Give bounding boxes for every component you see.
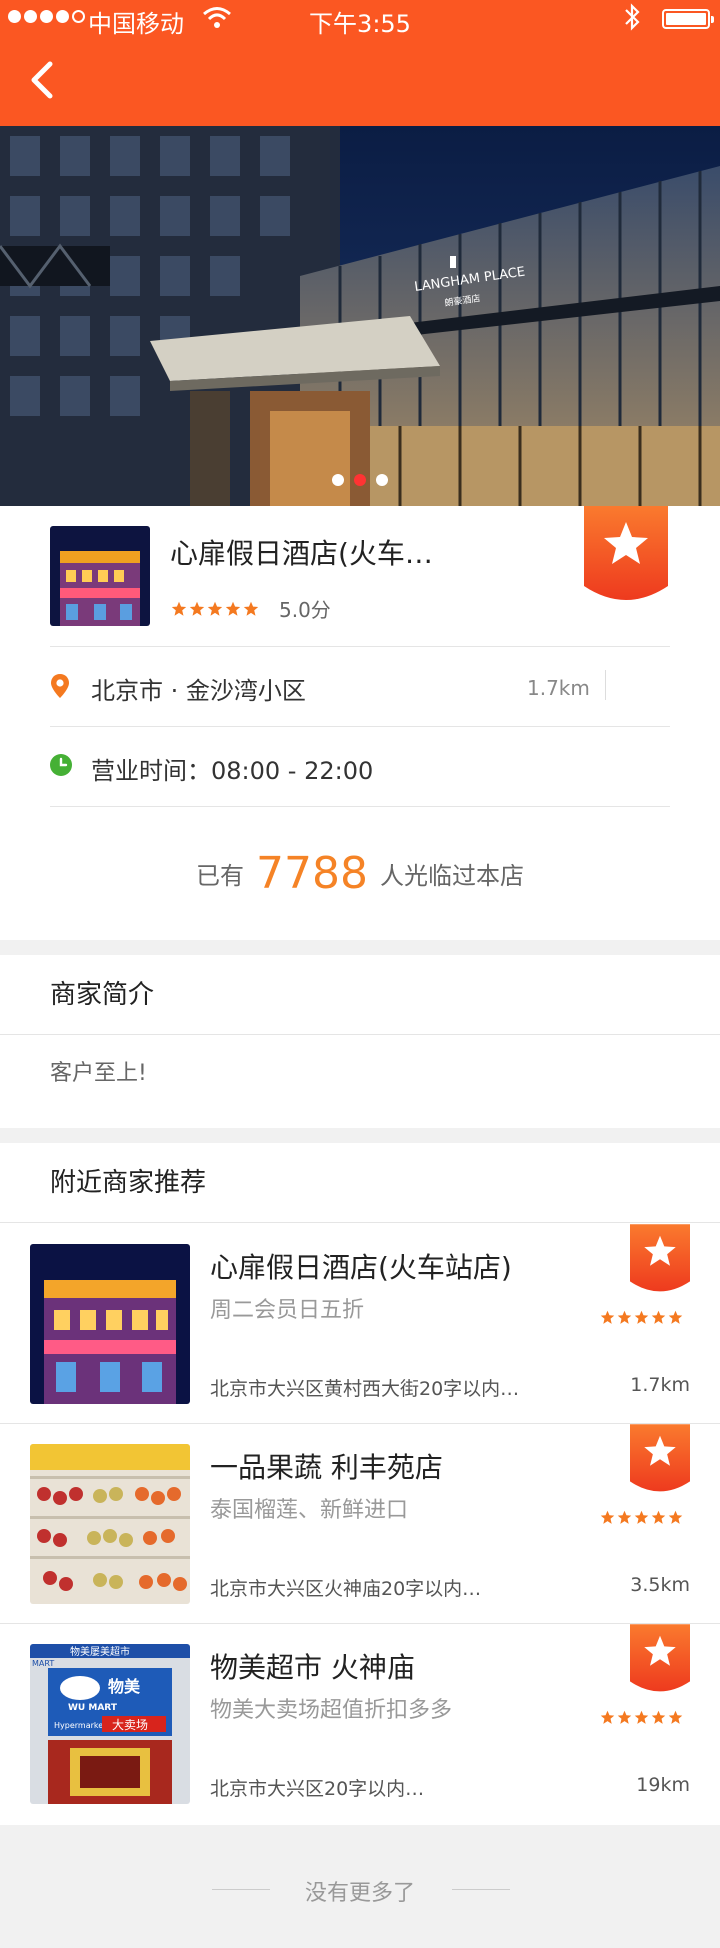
recommendation-title: 心扉假日酒店(火车站店) bbox=[210, 1251, 512, 1284]
visitor-count: 已有 7788 人光临过本店 bbox=[0, 848, 720, 899]
recommendation-title: 一品果蔬 利丰苑店 bbox=[210, 1451, 443, 1484]
battery-icon bbox=[662, 9, 714, 29]
top-navigation-bar: 中国移动 下午3:55 bbox=[0, 0, 720, 126]
recommendation-thumbnail: 物美屡美超市 MART 物美 WU MART Hypermarket 大卖场 bbox=[30, 1644, 190, 1804]
divider bbox=[50, 726, 670, 727]
shop-rating-stars bbox=[171, 601, 259, 617]
store-sign-top: 物美屡美超市 bbox=[70, 1645, 130, 1658]
carousel-pager[interactable] bbox=[0, 474, 720, 486]
carousel-dot[interactable] bbox=[332, 474, 344, 486]
store-sign-brand-en: WU MART bbox=[68, 1703, 118, 1713]
recommendation-subtitle: 泰国榴莲、新鲜进口 bbox=[210, 1498, 409, 1523]
recommendation-rating-stars bbox=[600, 1510, 683, 1525]
merchant-intro-section: 商家简介 客户至上! bbox=[0, 955, 720, 1128]
recommendation-item[interactable]: 心扉假日酒店(火车站店) 周二会员日五折 北京市大兴区黄村西大街20字以内… 1… bbox=[0, 1224, 720, 1424]
shop-score: 5.0分 bbox=[279, 598, 331, 622]
carousel-dot-active[interactable] bbox=[354, 474, 366, 486]
section-heading: 商家简介 bbox=[0, 955, 720, 1035]
recommendation-location: 北京市大兴区黄村西大街20字以内… bbox=[210, 1378, 520, 1400]
favorite-star-icon[interactable] bbox=[630, 1224, 690, 1296]
nearby-recommendations-section: 附近商家推荐 心扉假日酒店(火车站店) 周二会员日五折 北京市大兴区黄村西大街2… bbox=[0, 1143, 720, 1825]
divider bbox=[50, 806, 670, 807]
visitor-count-number: 7788 bbox=[256, 848, 368, 899]
back-arrow-icon[interactable] bbox=[22, 58, 66, 102]
store-sign-hypermarket: Hypermarket bbox=[54, 1721, 106, 1730]
status-bar: 中国移动 下午3:55 bbox=[0, 0, 720, 38]
location-pin-icon bbox=[51, 674, 69, 698]
recommendation-distance: 19km bbox=[636, 1774, 690, 1796]
store-sign-mart: MART bbox=[32, 1659, 54, 1668]
shop-distance: 1.7km bbox=[527, 676, 590, 700]
business-hours: 营业时间：08:00 - 22:00 bbox=[91, 757, 374, 785]
divider bbox=[452, 1889, 510, 1890]
section-heading: 附近商家推荐 bbox=[0, 1143, 720, 1223]
favorite-star-icon[interactable] bbox=[584, 506, 668, 606]
favorite-star-icon[interactable] bbox=[630, 1424, 690, 1496]
store-sign-brand: 物美 bbox=[108, 1677, 141, 1696]
recommendation-rating-stars bbox=[600, 1310, 683, 1325]
carousel-dot[interactable] bbox=[376, 474, 388, 486]
recommendation-thumbnail bbox=[30, 1444, 190, 1604]
recommendation-distance: 1.7km bbox=[630, 1374, 690, 1396]
divider bbox=[605, 670, 606, 700]
status-time: 下午3:55 bbox=[309, 10, 411, 38]
visitor-count-suffix: 人光临过本店 bbox=[379, 862, 524, 890]
favorite-star-icon[interactable] bbox=[630, 1624, 690, 1696]
list-end-footer: 没有更多了 bbox=[0, 1825, 720, 1948]
bluetooth-icon bbox=[625, 3, 640, 31]
shop-address[interactable]: 北京市 · 金沙湾小区 bbox=[91, 671, 306, 706]
recommendation-location: 北京市大兴区20字以内… bbox=[210, 1778, 425, 1800]
recommendation-item[interactable]: 一品果蔬 利丰苑店 泰国榴莲、新鲜进口 北京市大兴区火神庙20字以内… 3.5k… bbox=[0, 1424, 720, 1624]
recommendation-subtitle: 周二会员日五折 bbox=[210, 1298, 365, 1323]
hotel-logo-mark bbox=[450, 256, 456, 268]
recommendation-location: 北京市大兴区火神庙20字以内… bbox=[210, 1578, 482, 1600]
no-more-text: 没有更多了 bbox=[304, 1881, 415, 1906]
clock-icon bbox=[50, 754, 72, 776]
shop-info-card: 心扉假日酒店(火车… 5.0分 北京市 · 金沙湾小区 1.7km 营业时间：0… bbox=[0, 506, 720, 940]
divider bbox=[50, 646, 670, 647]
recommendation-distance: 3.5km bbox=[630, 1574, 690, 1596]
recommendation-item[interactable]: 物美屡美超市 MART 物美 WU MART Hypermarket 大卖场 物… bbox=[0, 1624, 720, 1824]
store-sign-big: 大卖场 bbox=[112, 1718, 148, 1732]
hero-banner-image[interactable]: LANGHAM PLACE 朗豪酒店 bbox=[0, 126, 720, 506]
recommendation-subtitle: 物美大卖场超值折扣多多 bbox=[210, 1698, 453, 1723]
recommendation-thumbnail bbox=[30, 1244, 190, 1404]
shop-name: 心扉假日酒店(火车… bbox=[170, 537, 433, 570]
recommendation-rating-stars bbox=[600, 1710, 683, 1725]
recommendation-title: 物美超市 火神庙 bbox=[210, 1651, 415, 1684]
hotel-building-illustration: LANGHAM PLACE 朗豪酒店 bbox=[0, 126, 720, 506]
shop-thumbnail[interactable] bbox=[50, 526, 150, 626]
merchant-intro-text: 客户至上! bbox=[50, 1061, 147, 1086]
visitor-count-prefix: 已有 bbox=[196, 862, 244, 890]
